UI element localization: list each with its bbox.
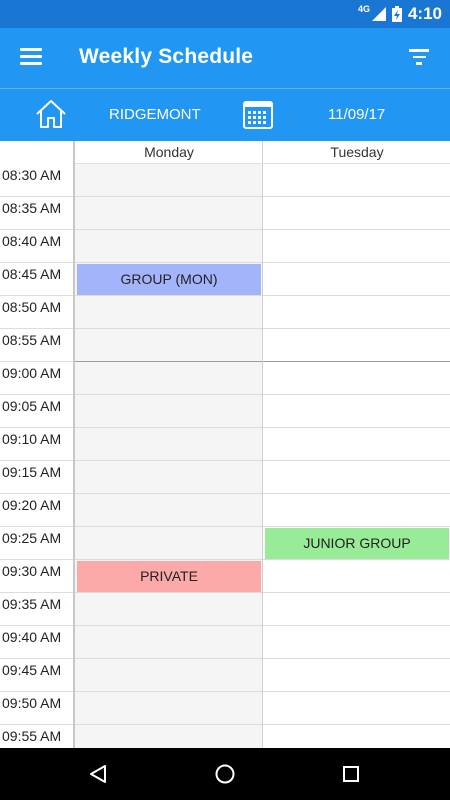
day-header-monday: Monday	[75, 141, 263, 164]
time-slot[interactable]	[75, 692, 262, 725]
time-slot[interactable]	[75, 725, 262, 748]
time-slot[interactable]	[75, 164, 262, 197]
time-slot[interactable]	[263, 692, 450, 725]
time-label: 08:40 AM	[0, 230, 73, 263]
signal-icon	[371, 7, 386, 21]
time-slot[interactable]	[75, 494, 262, 527]
page-title: Weekly Schedule	[79, 45, 254, 68]
event-block[interactable]: JUNIOR GROUP	[265, 528, 449, 559]
app-bar: Weekly Schedule	[0, 28, 450, 88]
time-slot[interactable]	[75, 329, 262, 362]
time-label: 08:50 AM	[0, 296, 73, 329]
time-slot[interactable]	[75, 461, 262, 494]
time-label: 08:35 AM	[0, 197, 73, 230]
day-header-tuesday: Tuesday	[264, 141, 450, 164]
time-slot[interactable]	[75, 230, 262, 263]
back-icon[interactable]	[68, 748, 128, 800]
time-label: 09:45 AM	[0, 659, 73, 692]
time-slot[interactable]	[263, 329, 450, 362]
time-slot[interactable]	[75, 527, 262, 560]
time-label: 09:55 AM	[0, 725, 73, 748]
time-label: 09:20 AM	[0, 494, 73, 527]
location-label[interactable]: RIDGEMONT	[109, 106, 201, 123]
time-slot[interactable]	[75, 296, 262, 329]
time-slot[interactable]	[75, 659, 262, 692]
home-circle-icon[interactable]	[195, 748, 255, 800]
time-label: 08:30 AM	[0, 164, 73, 197]
filter-icon[interactable]	[408, 49, 430, 67]
time-slot[interactable]	[263, 659, 450, 692]
location-bar: RIDGEMONT 11/09/17	[0, 88, 450, 141]
time-slot[interactable]	[75, 395, 262, 428]
time-slot[interactable]	[263, 164, 450, 197]
event-block[interactable]: GROUP (MON)	[77, 264, 261, 295]
battery-icon	[391, 6, 402, 22]
event-block[interactable]: PRIVATE	[77, 561, 261, 592]
time-slot[interactable]	[263, 560, 450, 593]
status-bar: 4G 4:10	[0, 0, 450, 28]
home-icon[interactable]	[34, 98, 68, 130]
time-slot[interactable]	[75, 626, 262, 659]
system-nav-bar	[0, 748, 450, 800]
time-slot[interactable]	[75, 593, 262, 626]
time-slot[interactable]	[263, 725, 450, 748]
monday-column	[75, 164, 262, 748]
time-slot[interactable]	[263, 395, 450, 428]
time-slot[interactable]	[263, 428, 450, 461]
time-label: 09:10 AM	[0, 428, 73, 461]
time-slot[interactable]	[263, 230, 450, 263]
time-label: 09:30 AM	[0, 560, 73, 593]
date-label[interactable]: 11/09/17	[328, 106, 385, 123]
time-label: 09:05 AM	[0, 395, 73, 428]
column-divider	[262, 141, 263, 748]
time-slot[interactable]	[263, 362, 450, 395]
tuesday-column	[263, 164, 450, 748]
status-time: 4:10	[407, 4, 442, 23]
time-label: 09:00 AM	[0, 362, 73, 395]
time-column: 08:30 AM 08:35 AM 08:40 AM 08:45 AM 08:50 AM…	[0, 164, 73, 748]
time-slot[interactable]	[75, 428, 262, 461]
time-label: 09:35 AM	[0, 593, 73, 626]
time-label: 09:50 AM	[0, 692, 73, 725]
time-label: 09:25 AM	[0, 527, 73, 560]
recents-icon[interactable]	[321, 748, 381, 800]
time-slot[interactable]	[75, 362, 262, 395]
time-slot[interactable]	[263, 593, 450, 626]
time-slot[interactable]	[263, 296, 450, 329]
network-type: 4G	[357, 4, 370, 14]
time-label: 09:40 AM	[0, 626, 73, 659]
calendar-icon[interactable]	[243, 99, 273, 129]
time-slot[interactable]	[263, 461, 450, 494]
time-slot[interactable]	[263, 197, 450, 230]
schedule-grid: Monday Tuesday 08:30 AM 08:35 AM 08:40 AM 0…	[0, 141, 450, 748]
time-slot[interactable]	[75, 197, 262, 230]
time-slot[interactable]	[263, 494, 450, 527]
time-label: 08:45 AM	[0, 263, 73, 296]
time-slot[interactable]	[263, 263, 450, 296]
time-label: 09:15 AM	[0, 461, 73, 494]
menu-icon[interactable]	[20, 48, 42, 68]
column-divider	[73, 141, 75, 748]
status-icons: 4G 4:10	[358, 0, 442, 28]
time-slot[interactable]	[263, 626, 450, 659]
time-label: 08:55 AM	[0, 329, 73, 362]
